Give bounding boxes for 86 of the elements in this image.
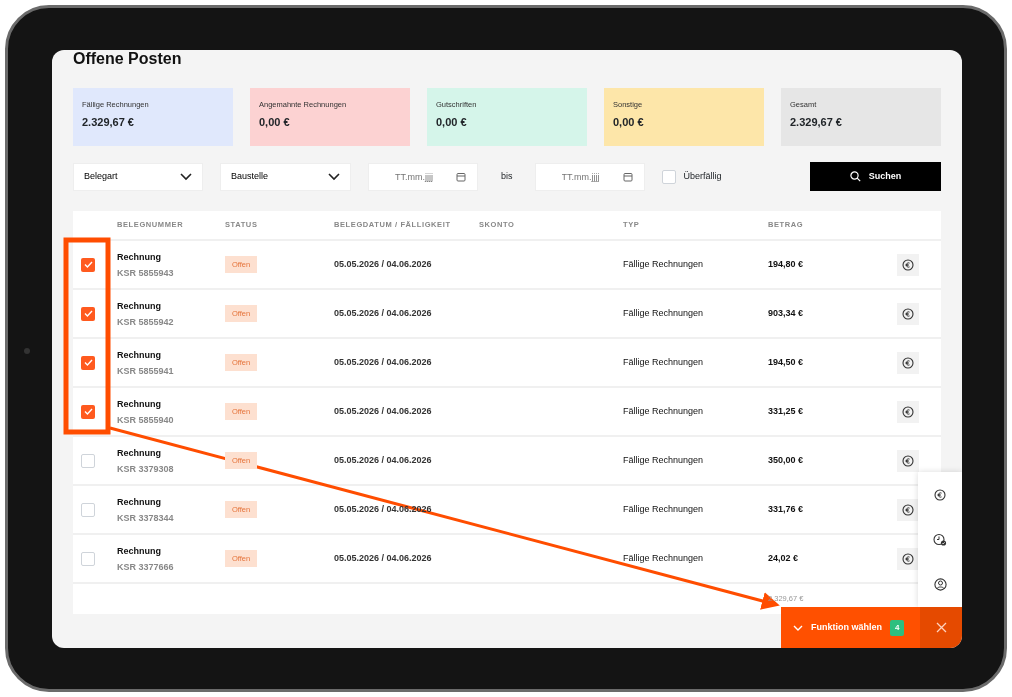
card-value: 0,00 €	[613, 116, 645, 129]
payment-button[interactable]	[897, 400, 919, 423]
document-type: Rechnung	[117, 250, 162, 263]
type-text: Fällige Rechnungen	[623, 306, 705, 320]
document-type: Rechnung	[117, 299, 162, 312]
row-checkbox[interactable]	[81, 404, 95, 419]
dropdown[interactable]: Baustelle	[220, 162, 351, 191]
document-number: KSR 5855941	[117, 364, 175, 377]
date-field[interactable]: TT.mm.jjjj	[534, 162, 645, 191]
document-number: KSR 5855940	[117, 413, 175, 426]
type-text: Fällige Rechnungen	[623, 551, 705, 565]
type-text: Fällige Rechnungen	[623, 404, 705, 418]
row-checkbox[interactable]	[81, 502, 95, 517]
side-action-button[interactable]	[918, 562, 962, 607]
card-value: 2.329,67 €	[82, 116, 135, 129]
date-field[interactable]: TT.mm.jjjj	[368, 162, 478, 191]
checkbox-label: Überfällig	[683, 169, 722, 183]
page-title: Offene Posten	[73, 50, 183, 68]
close-icon	[935, 622, 947, 633]
document-type: Rechnung	[117, 397, 162, 410]
type-text: Fällige Rechnungen	[623, 502, 705, 516]
euro-icon	[902, 454, 914, 467]
check-icon	[83, 310, 93, 317]
document-type: Rechnung	[117, 495, 162, 508]
card-value: 0,00 €	[436, 116, 468, 129]
amount-text: 194,50 €	[768, 355, 805, 369]
date-text: 05.05.2026 / 04.06.2026	[334, 453, 432, 467]
amount-text: 24,02 €	[768, 551, 800, 565]
clock-check-icon	[933, 532, 947, 547]
search-button[interactable]: Suchen	[810, 162, 941, 191]
card-value: 2.329,67 €	[790, 116, 843, 129]
amount-text: 194,80 €	[768, 257, 805, 271]
check-icon	[83, 261, 93, 268]
calendar-icon	[456, 171, 466, 182]
euro-icon	[902, 552, 914, 565]
row-checkbox[interactable]	[81, 306, 95, 321]
document-number: KSR 5855942	[117, 315, 175, 328]
payment-button[interactable]	[897, 351, 919, 374]
row-checkbox[interactable]	[81, 551, 95, 566]
card-value: 0,00 €	[259, 116, 291, 129]
dropdown[interactable]: Belegart	[73, 162, 203, 191]
euro-icon	[902, 405, 914, 418]
euro-icon	[902, 356, 914, 369]
document-type: Rechnung	[117, 348, 162, 361]
checkbox[interactable]	[661, 169, 676, 184]
row-checkbox[interactable]	[81, 257, 95, 272]
date-text: 05.05.2026 / 04.06.2026	[334, 257, 432, 271]
document-number: KSR 3379308	[117, 462, 175, 475]
type-text: Fällige Rechnungen	[623, 453, 705, 467]
date-text: 05.05.2026 / 04.06.2026	[334, 551, 432, 565]
amount-text: 331,76 €	[768, 502, 805, 516]
euro-icon	[902, 258, 914, 271]
check-icon	[83, 408, 93, 415]
camera-dot	[24, 348, 30, 354]
calendar-icon	[622, 171, 633, 182]
payment-button[interactable]	[897, 253, 919, 276]
date-text: 05.05.2026 / 04.06.2026	[334, 306, 432, 320]
euro-icon	[902, 503, 914, 516]
document-number: KSR 3378344	[117, 511, 175, 524]
type-text: Fällige Rechnungen	[623, 355, 705, 369]
date-text: 05.05.2026 / 04.06.2026	[334, 404, 432, 418]
document-type: Rechnung	[117, 544, 162, 557]
payment-button[interactable]	[897, 302, 919, 325]
payment-button[interactable]	[897, 449, 919, 472]
search-icon	[849, 171, 861, 182]
check-icon	[83, 359, 93, 366]
amount-text: 903,34 €	[768, 306, 805, 320]
chevron-down-icon	[328, 172, 340, 181]
amount-text: 350,00 €	[768, 453, 805, 467]
range-separator: bis	[501, 169, 513, 183]
amount-text: 331,25 €	[768, 404, 805, 418]
document-number: KSR 5855943	[117, 266, 175, 279]
payment-button[interactable]	[897, 547, 919, 570]
document-number: KSR 3377666	[117, 560, 175, 573]
payment-button[interactable]	[897, 498, 919, 521]
date-text: 05.05.2026 / 04.06.2026	[334, 355, 432, 369]
document-type: Rechnung	[117, 446, 162, 459]
row-checkbox[interactable]	[81, 453, 95, 468]
chevron-down-icon	[180, 172, 192, 181]
euro-icon	[902, 307, 914, 320]
euro-icon	[934, 488, 946, 501]
user-icon	[933, 578, 947, 591]
count-badge: 4	[890, 619, 905, 636]
chevron-down-icon	[793, 624, 803, 631]
type-text: Fällige Rechnungen	[623, 257, 705, 271]
row-checkbox[interactable]	[81, 355, 95, 370]
